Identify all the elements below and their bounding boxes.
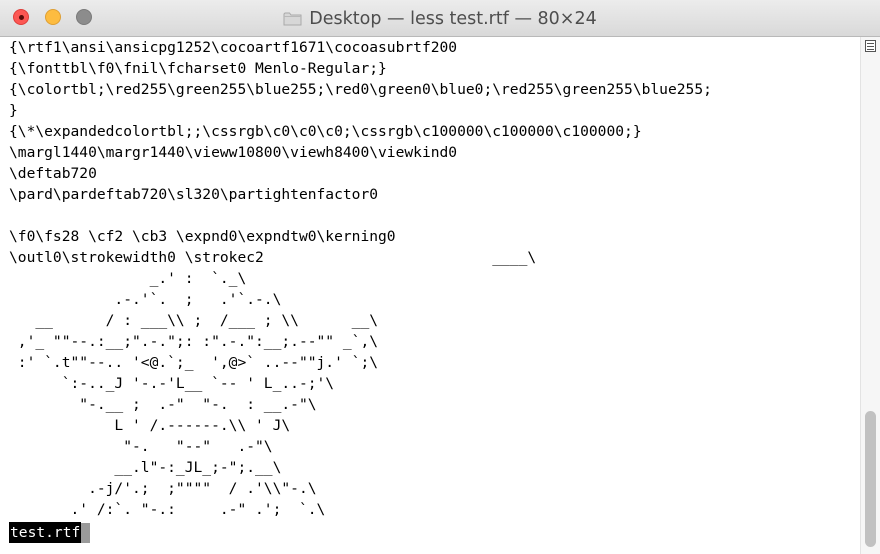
terminal-line: __ / : ___\\ ; /___ ; \\ __\ [9,312,379,329]
terminal-line: \outl0\strokewidth0 \strokec2 ____\ [9,249,537,266]
terminal-line: \margl1440\margr1440\vieww10800\viewh840… [9,144,458,161]
terminal-line: "-. "--" .-"\ [9,438,273,455]
terminal-line: `:-.._J '-.-'L__ `-- ' L_..-;'\ [9,375,335,392]
text-cursor [81,522,91,543]
terminal-line: .-.'`. ; .'`.-.\ [9,291,282,308]
terminal-line: \f0\fs28 \cf2 \cb3 \expnd0\expndtw0\kern… [9,228,396,245]
window-title-group: Desktop — less test.rtf — 80×24 [0,0,880,37]
terminal-line: {\colortbl;\red255\green255\blue255;\red… [9,81,712,98]
terminal-line: } [9,102,18,119]
scrollbar-thumb[interactable] [865,411,876,547]
terminal-line: ,'_ ""--.:__;".-.";: :".-.":__;.--"" _`,… [9,333,379,350]
title-bar[interactable]: Desktop — less test.rtf — 80×24 [0,0,880,37]
window-title: Desktop — less test.rtf — 80×24 [309,8,597,29]
less-prompt: test.rtf [9,522,91,543]
terminal-line: {\fonttbl\f0\fnil\fcharset0 Menlo-Regula… [9,60,387,77]
vertical-scrollbar[interactable] [860,37,880,554]
terminal-content[interactable]: {\rtf1\ansi\ansicpg1252\cocoartf1671\coc… [9,37,859,549]
terminal-line: \deftab720 [9,165,97,182]
terminal-line: \pard\pardeftab720\sl320\partightenfacto… [9,186,379,203]
terminal-window: Desktop — less test.rtf — 80×24 {\rtf1\a… [0,0,880,554]
terminal-line: .' /:`. "-.: .-" .'; `.\ [9,501,326,518]
folder-icon [283,11,302,26]
terminal-line: .-j/'.; ;"""" / .'\\"-.\ [9,480,317,497]
scroll-menu-icon[interactable] [865,40,876,52]
terminal-line: {\*\expandedcolortbl;;\cssrgb\c0\c0\c0;\… [9,123,642,140]
terminal-line: :' `.t""--.. '<@.`;_ ',@>` ..--""j.' `;\ [9,354,379,371]
terminal-line: {\rtf1\ansi\ansicpg1252\cocoartf1671\coc… [9,39,458,56]
terminal-line: L ' /.------.\\ ' J\ [9,417,291,434]
terminal-line: __.l"-:_JL_;-";.__\ [9,459,282,476]
terminal-line: _.' : `._\ [9,270,247,287]
terminal-line: "-.__ ; .-" "-. : __.-"\ [9,396,317,413]
status-filename: test.rtf [9,522,82,543]
